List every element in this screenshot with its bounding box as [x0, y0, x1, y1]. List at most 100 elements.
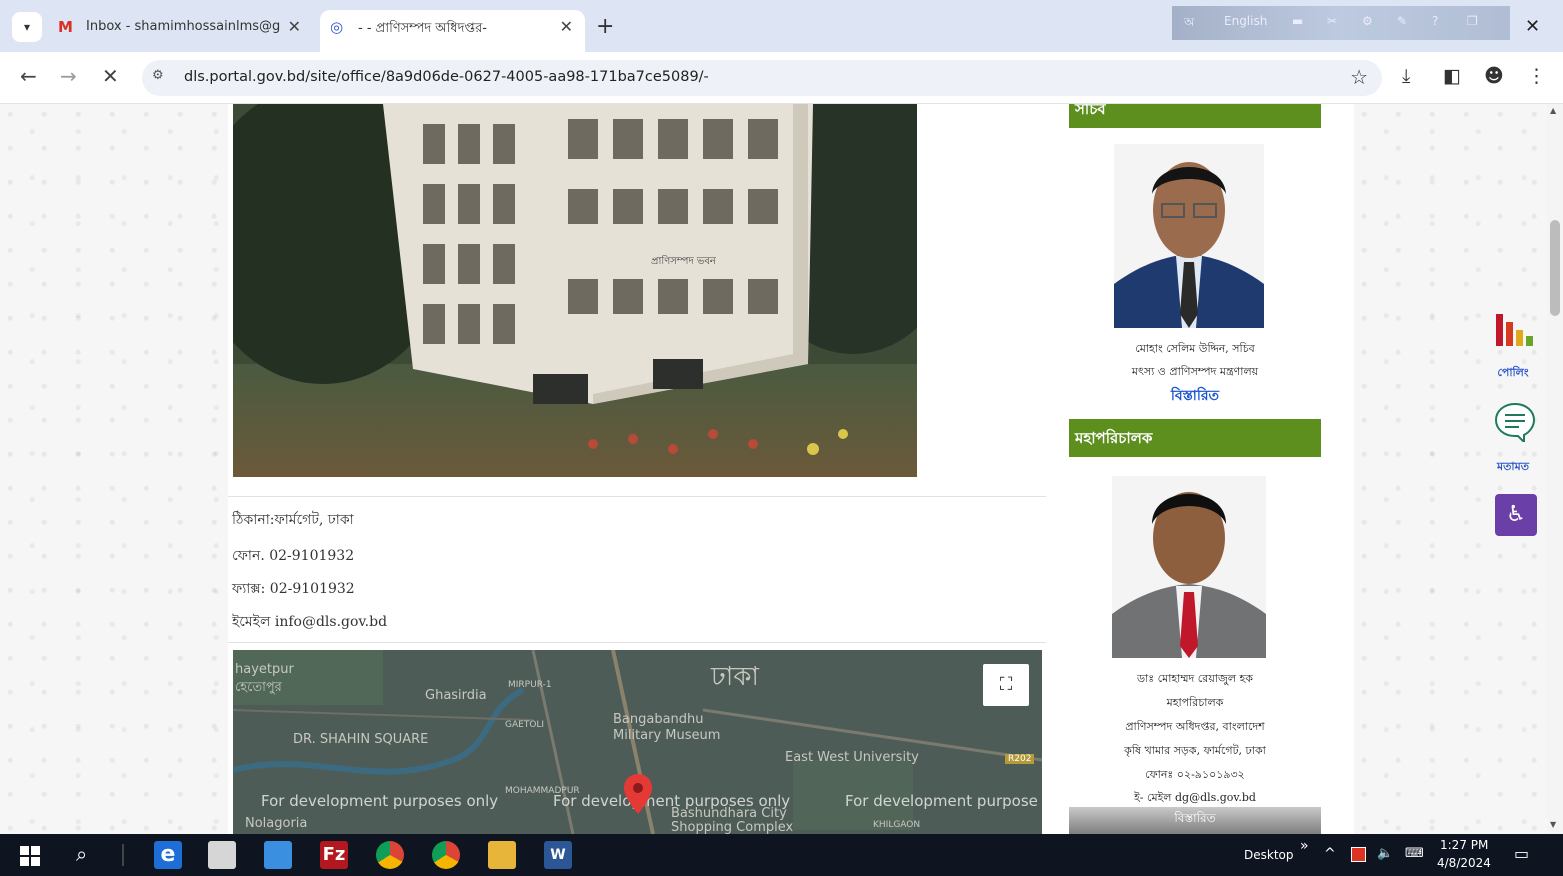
tray-expand-icon[interactable]: ^ [1324, 846, 1336, 862]
dg-name: ডাঃ মোহাম্মদ রেয়াজুল হক [1136, 672, 1253, 685]
download-icon[interactable]: ⤓ [1402, 65, 1410, 87]
poll-chart-icon[interactable] [1494, 310, 1536, 346]
dg-office: প্রাণিসম্পদ অধিদপ্তর, বাংলাদেশ [1125, 720, 1265, 733]
settings-icon[interactable]: ⚙ [1362, 14, 1373, 28]
new-tab-button[interactable]: + [596, 14, 614, 39]
map-label: MIRPUR-1 [508, 680, 552, 690]
dg-phone: ফোনঃ ০২-৯১০১৯৩২ [1145, 768, 1245, 781]
language-toolbar: অ English ▬ ✂ ⚙ ✎ ? ❐ [1172, 6, 1510, 40]
secretary-portrait [1114, 144, 1264, 328]
accessibility-icon[interactable]: ♿ [1495, 494, 1537, 536]
address-text: ঠিকানা:ফার্মগেট, ঢাকা [232, 512, 354, 528]
app-icon[interactable] [208, 841, 236, 869]
building-sign: প্রাণিসম্পদ ভবন [651, 255, 717, 267]
help-icon[interactable]: ? [1432, 14, 1438, 28]
office-building-photo: প্রাণিসম্পদ ভবন [233, 104, 917, 477]
chrome-icon[interactable] [376, 841, 404, 869]
back-button[interactable]: ← [20, 64, 37, 88]
tab-title: Inbox - shamimhossainlms@gm [86, 19, 281, 34]
dg-details-button[interactable]: বিস্তারিত [1069, 807, 1321, 834]
map-label: Ghasirdia [425, 688, 487, 703]
desktop-toolbar-label[interactable]: Desktop [1244, 848, 1294, 862]
menu-kebab-icon[interactable]: ⋮ [1527, 65, 1546, 87]
decorative-pattern-left [0, 104, 228, 834]
close-tab-icon[interactable]: ✕ [288, 17, 301, 36]
windows-start-icon[interactable] [20, 846, 40, 866]
map-label: KHILGAON [873, 820, 921, 830]
tab-dls-portal[interactable]: ◎ - - প্রাণিসম্পদ অধিদপ্তর- ✕ [320, 10, 585, 52]
office-location-map[interactable]: hayetpur হেতোপুর Ghasirdia MIRPUR-1 GAET… [233, 650, 1042, 834]
browser-tab-strip: ▾ M Inbox - shamimhossainlms@gm ✕ ◎ - - … [0, 0, 1563, 52]
taskbar-divider [122, 844, 124, 866]
divider [228, 496, 1046, 497]
browser-toolbar: ← → ✕ ⚙ dls.portal.gov.bd/site/office/8a… [0, 52, 1563, 104]
tab-gmail-inbox[interactable]: M Inbox - shamimhossainlms@gm ✕ [48, 10, 313, 46]
secretary-details-link[interactable]: বিস্তারিত [1069, 384, 1321, 408]
email-text: ইমেইল info@dls.gov.bd [232, 614, 388, 630]
word-icon[interactable]: W [544, 841, 572, 869]
keyboard-icon[interactable]: ⌨ [1405, 846, 1424, 861]
edge-browser-icon[interactable]: e [154, 841, 182, 869]
map-label: হেতোপুর [235, 680, 282, 695]
map-label: hayetpur [235, 662, 294, 677]
phone-text: ফোন. 02-9101932 [232, 548, 355, 564]
clock-date[interactable]: 4/8/2024 [1437, 856, 1491, 870]
search-icon[interactable]: ⌕ [76, 842, 87, 866]
map-watermark: For development purposes only [553, 792, 791, 810]
tray-app-icon[interactable] [1351, 847, 1366, 862]
language-label[interactable]: English [1224, 14, 1267, 28]
dg-title: মহাপরিচালক [1166, 696, 1224, 709]
site-info-icon[interactable]: ⚙ [152, 68, 164, 83]
feedback-chat-icon[interactable] [1494, 402, 1536, 442]
pen-icon[interactable]: ✎ [1397, 14, 1407, 28]
map-fullscreen-button[interactable]: ⛶ [983, 664, 1029, 706]
secretary-ministry: মৎস্য ও প্রাণিসম্পদ মন্ত্রণালয় [1131, 365, 1259, 378]
map-label: ঢাকা [711, 662, 759, 692]
map-watermark: For development purposes only [261, 792, 499, 810]
side-panel-icon[interactable]: ◧ [1443, 65, 1461, 87]
map-label: Shopping Complex [671, 820, 794, 834]
secretary-header: সচিব [1069, 104, 1321, 128]
app-icon[interactable] [264, 841, 292, 869]
profile-avatar[interactable]: ☻ [1484, 65, 1504, 87]
site-favicon-icon: ◎ [330, 18, 344, 36]
restore-icon[interactable]: ❐ [1467, 14, 1478, 28]
poll-label[interactable]: পোলিং [1478, 364, 1547, 383]
map-watermark: For development purpose [845, 792, 1038, 810]
notification-icon[interactable]: ▭ [1514, 844, 1529, 863]
officials-sidebar: সচিব মোহাং সেলিম উদ্দিন, সচিব মৎস্য ও প্… [1069, 104, 1321, 834]
tab-title: - - প্রাণিসম্পদ অধিদপ্তর- [358, 21, 487, 36]
chrome-icon[interactable] [432, 841, 460, 869]
toolbar-expand-icon[interactable]: » [1300, 838, 1309, 854]
url-text[interactable]: dls.portal.gov.bd/site/office/8a9d06de-0… [184, 69, 709, 85]
windows-taskbar: ⌕ e Fz W Desktop » ^ 🔈 ⌨ 1:27 PM 4/8/202… [0, 834, 1563, 876]
scrollbar-thumb[interactable] [1550, 220, 1560, 316]
map-label: East West University [785, 750, 919, 765]
clock-time[interactable]: 1:27 PM [1440, 838, 1488, 852]
address-bar[interactable]: ⚙ dls.portal.gov.bd/site/office/8a9d06de… [142, 60, 1382, 96]
forward-button[interactable]: → [60, 64, 77, 88]
scroll-down-arrow-icon[interactable]: ▼ [1550, 820, 1556, 829]
tab-search-button[interactable]: ▾ [12, 12, 42, 42]
stop-loading-button[interactable]: ✕ [102, 64, 119, 88]
dg-header: মহাপরিচালক [1069, 419, 1321, 457]
scroll-up-arrow-icon[interactable]: ▲ [1550, 106, 1556, 115]
filezilla-icon[interactable]: Fz [320, 841, 348, 869]
divider [228, 642, 1046, 643]
window-close-button[interactable]: ✕ [1525, 16, 1540, 37]
close-tab-icon[interactable]: ✕ [560, 17, 573, 36]
volume-icon[interactable]: 🔈 [1377, 846, 1393, 861]
page-scrollbar[interactable]: ▲ ▼ [1547, 104, 1563, 834]
file-explorer-icon[interactable] [488, 841, 516, 869]
fax-text: ফ্যাক্স: 02-9101932 [232, 581, 355, 597]
minimize-icon[interactable]: ▬ [1292, 14, 1303, 28]
map-label: Military Museum [613, 728, 721, 743]
gmail-icon: M [58, 18, 73, 36]
scissors-icon[interactable]: ✂ [1327, 14, 1337, 28]
feedback-label[interactable]: মতামত [1478, 458, 1547, 477]
map-pin-icon[interactable] [623, 772, 653, 816]
map-label: GAETOLI [505, 720, 545, 730]
map-label: DR. SHAHIN SQUARE [293, 732, 429, 747]
bangla-input-icon[interactable]: অ [1184, 14, 1194, 34]
bookmark-star-icon[interactable]: ☆ [1350, 65, 1368, 89]
